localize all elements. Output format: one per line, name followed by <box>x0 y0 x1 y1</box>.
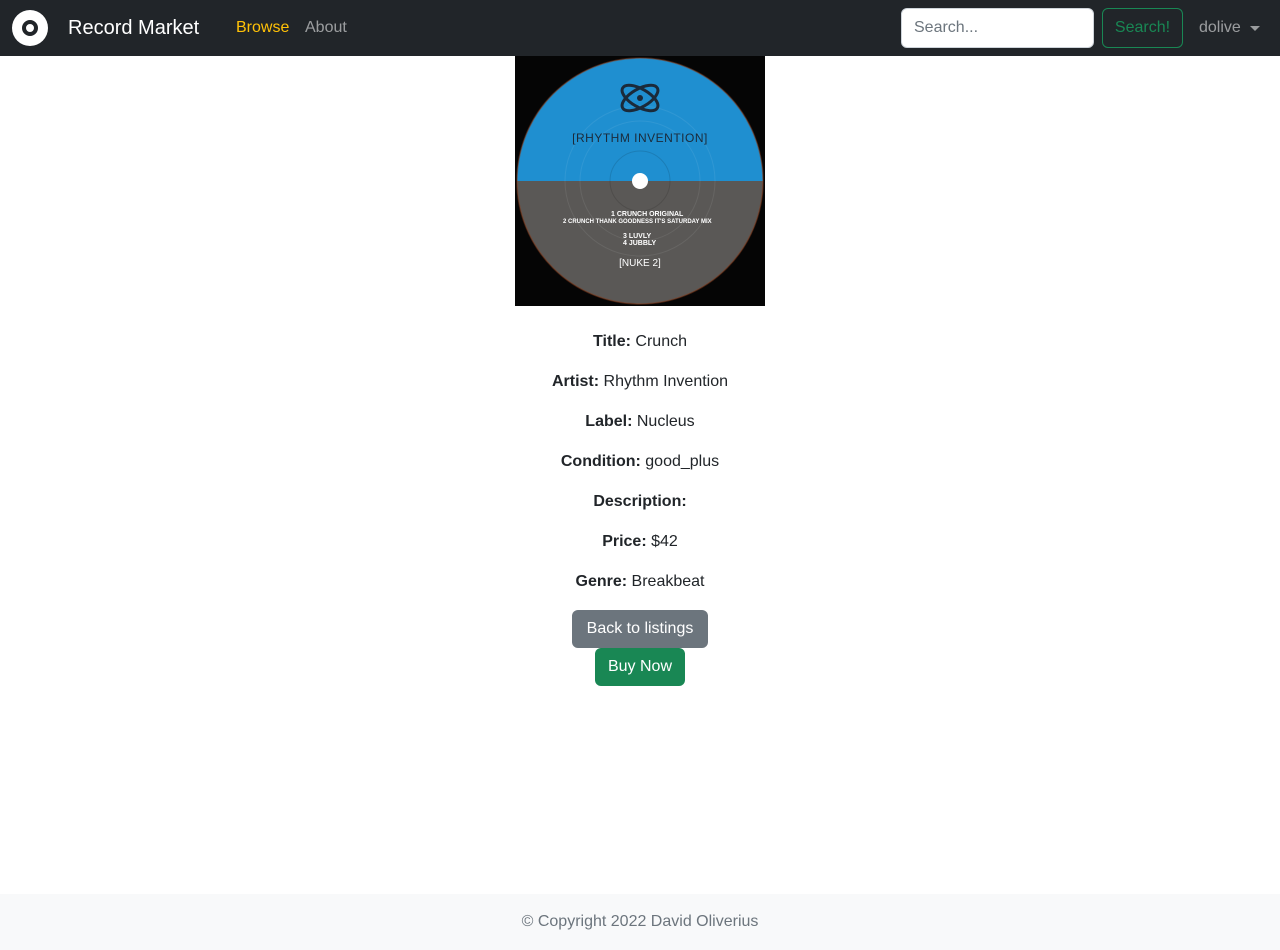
cover-track-1: 1 CRUNCH ORIGINAL <box>611 211 684 218</box>
search-button[interactable]: Search! <box>1102 8 1183 48</box>
cover-artist-text: [RHYTHM INVENTION] <box>572 131 708 145</box>
chevron-down-icon <box>1249 25 1260 31</box>
top-navbar: Record Market Browse About Search! doliv… <box>0 0 1280 56</box>
nav-link-browse[interactable]: Browse <box>236 18 289 38</box>
footer: © Copyright 2022 David Oliverius <box>0 894 1280 950</box>
detail-price: Price: $42 <box>602 533 678 550</box>
detail-condition: Condition: good_plus <box>560 453 720 470</box>
user-dropdown[interactable]: dolive <box>1199 18 1260 38</box>
back-to-listings-button[interactable]: Back to listings <box>572 610 708 648</box>
detail-genre: Genre: Breakbeat <box>575 573 705 590</box>
brand-name[interactable]: Record Market <box>68 16 199 40</box>
detail-label: Label: Nucleus <box>585 413 695 430</box>
search-input[interactable] <box>901 8 1094 48</box>
nav-link-about[interactable]: About <box>305 18 347 38</box>
detail-artist: Artist: Rhythm Invention <box>551 373 729 390</box>
cover-catalog-text: [NUKE 2] <box>619 258 661 269</box>
user-name: dolive <box>1199 19 1241 36</box>
vinyl-logo-icon[interactable] <box>12 10 48 46</box>
cover-track-3: 3 LUVLY <box>623 233 651 240</box>
detail-description: Description: <box>593 493 687 510</box>
cover-track-2: 2 CRUNCH THANK GOODNESS IT'S SATURDAY MI… <box>563 219 712 225</box>
detail-title: Title: Crunch <box>593 333 687 350</box>
copyright-text: © Copyright 2022 David Oliverius <box>521 913 759 930</box>
buy-now-button[interactable]: Buy Now <box>595 648 685 686</box>
record-cover-image: [RHYTHM INVENTION] 1 CRUNCH ORIGINAL 2 C… <box>515 56 765 306</box>
cover-track-4: 4 JUBBLY <box>623 240 657 247</box>
